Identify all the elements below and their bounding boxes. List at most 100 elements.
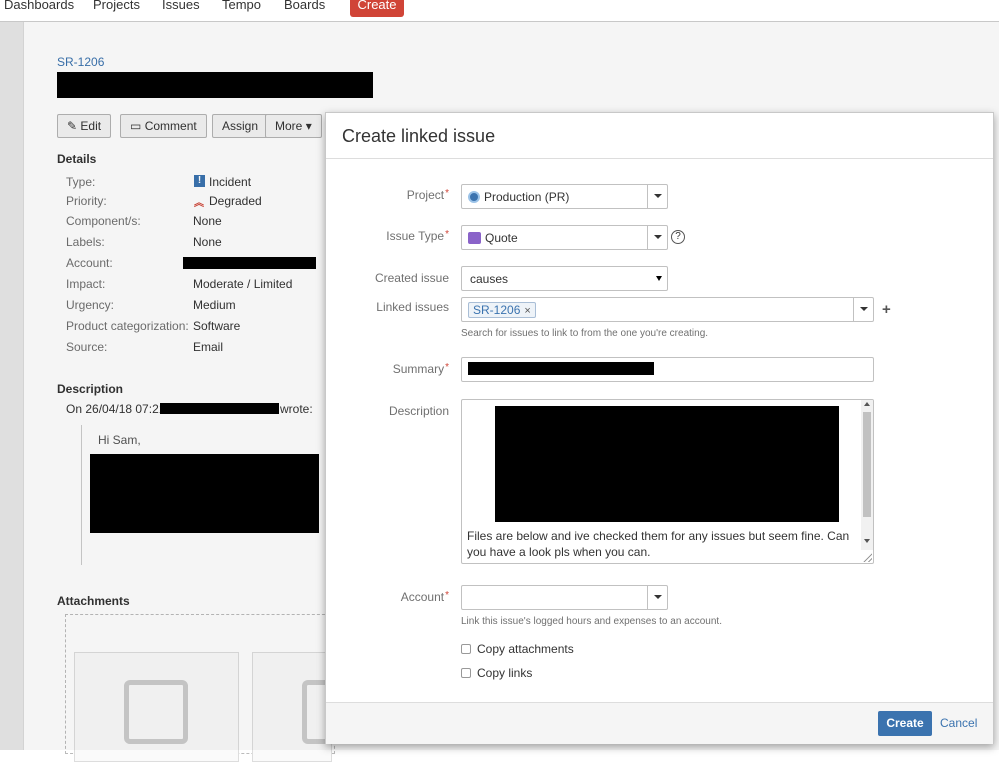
components-label: Component/s: — [66, 214, 141, 228]
linked-issue-key: SR-1206 — [473, 303, 521, 317]
copy-links-checkbox[interactable] — [461, 668, 471, 678]
description-label: Description — [388, 404, 449, 418]
copy-attachments-option[interactable]: Copy attachments — [461, 642, 574, 656]
edit-button[interactable]: ✎ Edit — [57, 114, 112, 138]
top-nav: Dashboards Projects Issues Tempo Boards … — [0, 0, 999, 22]
pencil-icon: ✎ — [67, 119, 78, 133]
remove-icon[interactable]: × — [524, 305, 530, 317]
issue-key-link[interactable]: SR-1206 — [57, 55, 104, 69]
assign-button[interactable]: Assign — [212, 114, 269, 138]
required-marker: * — [445, 362, 449, 373]
dialog-footer: Create Cancel — [326, 702, 993, 744]
resize-grip-icon[interactable] — [863, 553, 872, 562]
impact-value: Moderate / Limited — [193, 277, 293, 291]
link-type-select[interactable]: causes — [461, 266, 668, 291]
account-label: Account: — [66, 256, 113, 270]
copy-attachments-label: Copy attachments — [477, 642, 574, 656]
help-icon[interactable]: ? — [671, 230, 685, 244]
redacted-summary-text — [468, 362, 654, 375]
redacted-email — [160, 403, 279, 414]
greeting-text: Hi Sam, — [98, 433, 141, 447]
source-label: Source: — [66, 340, 108, 354]
category-label: Product categorization: — [66, 319, 189, 333]
issue-type-select[interactable]: Quote — [461, 225, 668, 250]
sidebar-strip — [0, 22, 24, 750]
urgency-label: Urgency: — [66, 298, 115, 312]
comment-label: Comment — [144, 119, 197, 133]
priority-up-icon: ︽ — [194, 198, 204, 209]
project-dropdown-toggle[interactable] — [647, 185, 667, 208]
linked-issues-label: Linked issues — [376, 300, 449, 314]
copy-links-label: Copy links — [477, 666, 533, 680]
document-icon — [124, 680, 188, 744]
more-button[interactable]: More ▾ — [265, 114, 322, 138]
incident-icon: ! — [194, 175, 205, 187]
caret-down-icon — [860, 307, 868, 311]
edit-label: Edit — [80, 119, 102, 133]
required-marker: * — [445, 229, 449, 240]
chevron-down-icon: ▾ — [305, 119, 312, 133]
caret-down-icon — [654, 595, 662, 599]
labels-label: Labels: — [66, 235, 105, 249]
scroll-up-icon[interactable] — [864, 402, 870, 406]
linked-issues-picker[interactable]: SR-1206 × — [461, 297, 874, 322]
created-issue-label: Created issue — [374, 271, 449, 285]
description-textarea[interactable]: Files are below and ive checked them for… — [461, 399, 874, 564]
project-avatar-icon — [468, 191, 480, 203]
description-wrote: wrote: — [280, 402, 313, 416]
create-button[interactable]: Create — [878, 711, 932, 736]
nav-create-button[interactable]: Create — [350, 0, 404, 17]
account-dropdown-toggle[interactable] — [647, 586, 667, 609]
project-select[interactable]: Production (PR) — [461, 184, 668, 209]
copy-links-option[interactable]: Copy links — [461, 666, 532, 680]
nav-dashboards[interactable]: Dashboards — [4, 0, 74, 12]
project-label: Project* — [406, 188, 449, 202]
nav-boards[interactable]: Boards — [284, 0, 325, 12]
issue-type-label: Issue Type* — [386, 229, 449, 243]
redacted-summary — [57, 72, 373, 98]
nav-projects[interactable]: Projects — [93, 0, 140, 12]
project-value: Production (PR) — [484, 190, 570, 204]
components-value: None — [193, 214, 222, 228]
create-linked-issue-dialog: Create linked issue Project* Production … — [325, 112, 994, 744]
link-type-value: causes — [470, 272, 509, 286]
account-field-label: Account* — [400, 590, 449, 604]
quote-type-icon — [468, 232, 481, 244]
redacted-account — [183, 257, 316, 269]
dialog-header: Create linked issue — [326, 113, 993, 159]
account-hint: Link this issue's logged hours and expen… — [461, 616, 722, 627]
nav-tempo[interactable]: Tempo — [222, 0, 261, 12]
account-select[interactable] — [461, 585, 668, 610]
issue-type-dropdown-toggle[interactable] — [647, 226, 667, 249]
category-value: Software — [193, 319, 241, 333]
impact-label: Impact: — [66, 277, 106, 291]
description-scrollbar[interactable] — [861, 400, 873, 550]
redacted-body — [90, 454, 319, 533]
description-heading: Description — [57, 382, 124, 396]
scrollbar-thumb[interactable] — [863, 412, 871, 517]
caret-down-icon — [654, 194, 662, 198]
type-label: Type: — [66, 175, 96, 189]
comment-icon: ▭ — [130, 119, 142, 133]
copy-attachments-checkbox[interactable] — [461, 644, 471, 654]
labels-value: None — [193, 235, 222, 249]
attachments-heading: Attachments — [57, 594, 130, 608]
linked-issues-dropdown-toggle[interactable] — [853, 298, 873, 321]
source-value: Email — [193, 340, 224, 354]
add-icon[interactable]: + — [882, 301, 891, 318]
summary-input[interactable] — [461, 357, 874, 382]
caret-down-icon — [654, 235, 662, 239]
description-text: Files are below and ive checked them for… — [467, 529, 850, 559]
more-label: More — [275, 119, 303, 133]
details-heading: Details — [57, 152, 97, 166]
nav-issues[interactable]: Issues — [162, 0, 200, 12]
description-prefix: On 26/04/18 07:21 — [66, 402, 166, 416]
required-marker: * — [445, 590, 449, 601]
linked-issue-lozenge: SR-1206 × — [468, 302, 536, 318]
comment-button[interactable]: ▭ Comment — [120, 114, 207, 138]
type-value: Incident — [209, 175, 252, 189]
scroll-down-icon[interactable] — [864, 539, 870, 543]
priority-value: Degraded — [209, 194, 262, 208]
cancel-link[interactable]: Cancel — [940, 716, 977, 730]
dialog-title: Create linked issue — [342, 126, 496, 146]
